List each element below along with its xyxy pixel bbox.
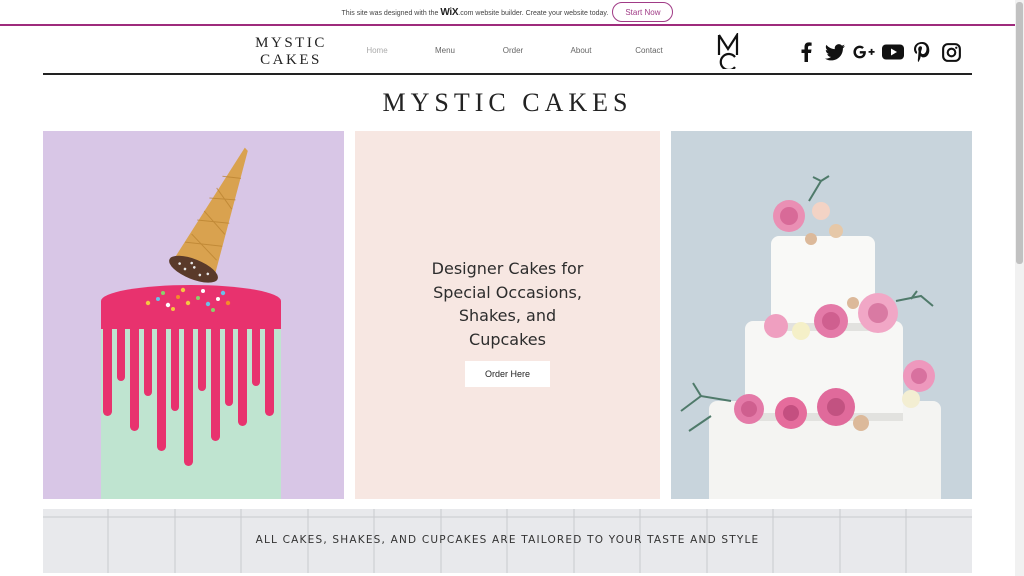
order-here-button[interactable]: Order Here — [465, 361, 550, 387]
page-scrollbar[interactable] — [1015, 0, 1024, 576]
scrollbar-thumb[interactable] — [1016, 2, 1023, 264]
social-links — [795, 41, 962, 63]
brand-line-1: MYSTIC — [255, 35, 327, 51]
page: This site was designed with the WiX.com … — [0, 0, 1024, 576]
facebook-icon[interactable] — [795, 41, 817, 63]
instagram-icon[interactable] — [940, 41, 962, 63]
hero-heading-line-4: Cupcakes — [469, 329, 546, 349]
wix-banner: This site was designed with the WiX.com … — [0, 0, 1015, 26]
start-now-button[interactable]: Start Now — [612, 2, 674, 22]
brand-logo[interactable]: MYSTIC CAKES — [251, 35, 331, 69]
wix-banner-prefix: This site was designed with the — [341, 9, 439, 17]
hero-heading-line-1: Designer Cakes for — [431, 259, 584, 278]
wix-banner-text: This site was designed with the WiX.com … — [342, 7, 609, 18]
drip-cake-illustration — [101, 147, 281, 499]
twitter-icon[interactable] — [824, 41, 846, 63]
nav-about[interactable]: About — [547, 46, 615, 55]
mc-monogram-icon[interactable] — [715, 33, 741, 69]
youtube-icon[interactable] — [882, 41, 904, 63]
tagline-text: ALL CAKES, SHAKES, AND CUPCAKES ARE TAIL… — [255, 534, 760, 546]
hero-heading-line-3: Shakes, and — [458, 306, 557, 325]
nav-home[interactable]: Home — [343, 46, 411, 55]
nav-contact[interactable]: Contact — [615, 46, 683, 55]
page-title: MYSTIC CAKES — [382, 88, 633, 117]
hero-heading: Designer Cakes for Special Occasions, Sh… — [355, 257, 660, 351]
drip-cake-image — [43, 131, 344, 499]
hero-panel: Designer Cakes for Special Occasions, Sh… — [355, 131, 660, 499]
wedding-cake-image — [671, 131, 972, 499]
main-nav: Home Menu Order About Contact — [343, 46, 683, 55]
wix-banner-suffix: .com website builder. Create your websit… — [458, 9, 609, 17]
nav-order[interactable]: Order — [479, 46, 547, 55]
pinterest-icon[interactable] — [911, 41, 933, 63]
site-header: MYSTIC CAKES Home Menu Order About Conta… — [43, 27, 972, 75]
nav-menu[interactable]: Menu — [411, 46, 479, 55]
google-plus-icon[interactable] — [853, 41, 875, 63]
hero-heading-line-2: Special Occasions, — [433, 282, 582, 302]
tagline-strip: ALL CAKES, SHAKES, AND CUPCAKES ARE TAIL… — [43, 509, 972, 573]
brand-line-2: CAKES — [260, 52, 322, 68]
wedding-cake-illustration — [680, 175, 941, 499]
wix-logo[interactable]: WiX — [440, 7, 458, 18]
